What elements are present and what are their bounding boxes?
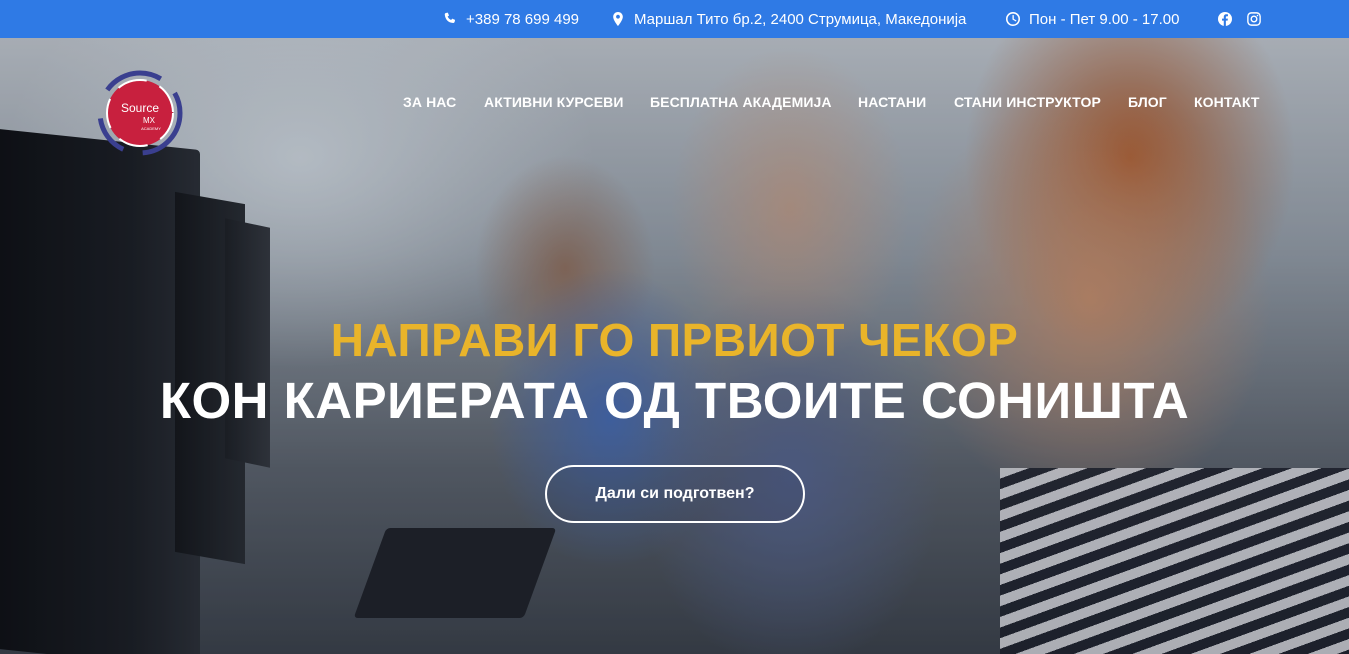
address-contact: Маршал Тито бр.2, 2400 Струмица, Македон…: [611, 0, 966, 38]
nav-item-active-courses[interactable]: АКТИВНИ КУРСЕВИ: [484, 94, 624, 110]
hero-cta-button[interactable]: Дали си подготвен?: [545, 465, 805, 523]
phone-icon: [443, 12, 457, 26]
nav-item-free-academy[interactable]: БЕСПЛАТНА АКАДЕМИЈА: [650, 94, 832, 110]
map-pin-icon: [611, 12, 625, 26]
svg-text:Source: Source: [121, 101, 159, 115]
phone-number: +389 78 699 499: [466, 10, 580, 28]
nav-item-about[interactable]: ЗА НАС: [403, 94, 456, 110]
svg-text:MX: MX: [143, 116, 156, 125]
hours-text: Пон - Пет 9.00 - 17.00: [1029, 10, 1180, 28]
clock-icon: [1006, 12, 1020, 26]
nav-item-blog[interactable]: БЛОГ: [1128, 94, 1167, 110]
nav-item-become-instructor[interactable]: СТАНИ ИНСТРУКТОР: [954, 94, 1101, 110]
facebook-icon[interactable]: [1218, 0, 1232, 38]
nav-item-events[interactable]: НАСТАНИ: [858, 94, 926, 110]
working-hours: Пон - Пет 9.00 - 17.00: [1006, 0, 1179, 38]
site-logo[interactable]: Source MX ACADEMY: [97, 68, 183, 158]
top-contact-bar: +389 78 699 499 Маршал Тито бр.2, 2400 С…: [0, 0, 1349, 38]
instagram-icon[interactable]: [1247, 0, 1261, 38]
hero-headline-secondary: КОН КАРИЕРАТА ОД ТВОИТЕ СОНИШТА: [159, 372, 1190, 429]
address-text: Маршал Тито бр.2, 2400 Струмица, Македон…: [634, 10, 967, 28]
hero-headline-primary: НАПРАВИ ГО ПРВИОТ ЧЕКОР: [330, 314, 1019, 366]
phone-contact[interactable]: +389 78 699 499: [443, 0, 579, 38]
nav-item-contact[interactable]: КОНТАКТ: [1194, 94, 1259, 110]
svg-text:ACADEMY: ACADEMY: [141, 126, 161, 131]
